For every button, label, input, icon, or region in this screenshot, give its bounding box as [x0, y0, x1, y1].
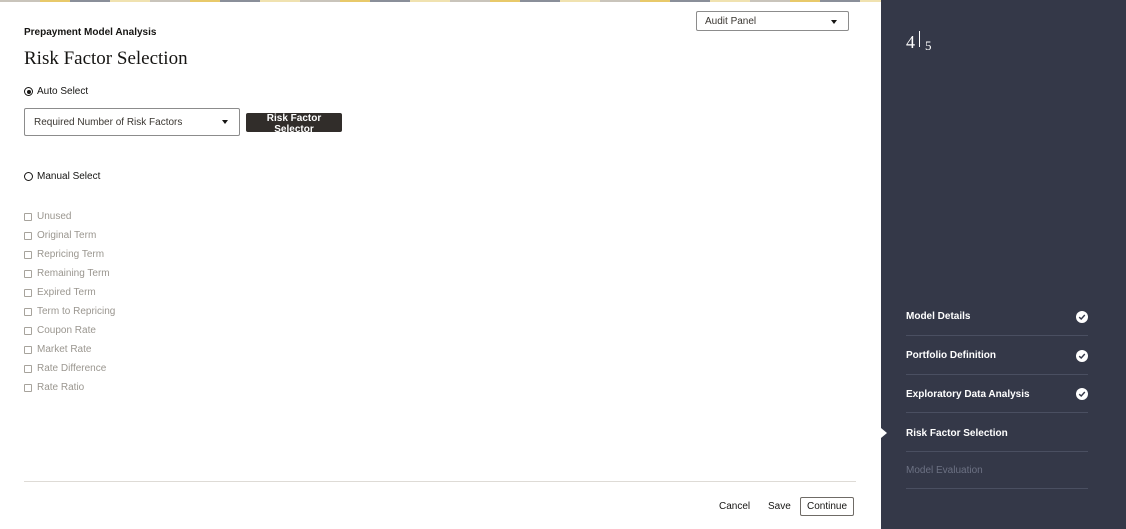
manual-select-option[interactable]: Manual Select	[24, 171, 100, 182]
step-total: 5	[925, 38, 932, 53]
current-step-marker	[881, 428, 887, 438]
checkbox[interactable]	[24, 269, 32, 278]
risk-factor-market-rate[interactable]: Market Rate	[24, 340, 115, 359]
manual-select-radio[interactable]	[24, 172, 33, 181]
risk-factor-rate-ratio[interactable]: Rate Ratio	[24, 378, 115, 397]
audit-panel-select[interactable]: Audit Panel	[696, 11, 849, 31]
audit-panel-value: Audit Panel	[705, 16, 757, 27]
checkbox-label: Remaining Term	[37, 268, 110, 279]
step-current: 4	[906, 32, 915, 52]
auto-select-label: Auto Select	[37, 86, 89, 97]
step-separator	[919, 31, 920, 47]
risk-factor-term-to-repricing[interactable]: Term to Repricing	[24, 302, 115, 321]
step-label: Model Details	[906, 311, 971, 322]
checkbox-label: Rate Ratio	[37, 382, 85, 393]
checkbox[interactable]	[24, 250, 32, 259]
check-circle-icon	[1076, 311, 1088, 323]
checkbox[interactable]	[24, 307, 32, 316]
risk-factor-repricing-term[interactable]: Repricing Term	[24, 245, 115, 264]
check-circle-icon	[1076, 350, 1088, 362]
cancel-button[interactable]: Cancel	[719, 501, 750, 512]
checkbox[interactable]	[24, 345, 32, 354]
step-label: Risk Factor Selection	[906, 428, 1008, 439]
checkbox[interactable]	[24, 364, 32, 373]
checkbox[interactable]	[24, 383, 32, 392]
step-label: Model Evaluation	[906, 465, 983, 476]
manual-select-label: Manual Select	[37, 171, 101, 182]
breadcrumb: Prepayment Model Analysis	[24, 27, 157, 38]
page-title: Risk Factor Selection	[24, 48, 188, 69]
auto-select-option[interactable]: Auto Select	[24, 86, 88, 97]
step-model-evaluation[interactable]: Model Evaluation	[906, 451, 1088, 489]
chevron-down-icon	[222, 120, 228, 124]
risk-factor-coupon-rate[interactable]: Coupon Rate	[24, 321, 115, 340]
risk-factor-checkbox-list: Unused Original Term Repricing Term Rema…	[24, 207, 115, 397]
step-label: Portfolio Definition	[906, 350, 996, 361]
checkbox-label: Expired Term	[37, 287, 96, 298]
checkbox[interactable]	[24, 212, 32, 221]
main-panel: Prepayment Model Analysis Risk Factor Se…	[0, 0, 881, 529]
continue-button[interactable]: Continue	[800, 497, 854, 516]
checkbox[interactable]	[24, 231, 32, 240]
risk-factor-selector-button[interactable]: Risk Factor Selector	[246, 113, 342, 135]
check-circle-icon	[1076, 388, 1088, 400]
risk-factor-unused[interactable]: Unused	[24, 207, 115, 226]
checkbox-label: Repricing Term	[37, 249, 105, 260]
checkbox-label: Original Term	[37, 230, 97, 241]
risk-factor-rate-difference[interactable]: Rate Difference	[24, 359, 115, 378]
footer-divider	[24, 481, 856, 482]
chevron-down-icon	[831, 20, 837, 24]
checkbox-label: Rate Difference	[37, 363, 107, 374]
step-exploratory-data-analysis[interactable]: Exploratory Data Analysis	[906, 375, 1088, 413]
step-label: Exploratory Data Analysis	[906, 389, 1030, 400]
save-button[interactable]: Save	[768, 501, 791, 512]
checkbox-label: Market Rate	[37, 344, 92, 355]
risk-factor-count-value: Required Number of Risk Factors	[34, 117, 183, 128]
step-portfolio-definition[interactable]: Portfolio Definition	[906, 337, 1088, 375]
risk-factor-original-term[interactable]: Original Term	[24, 226, 115, 245]
step-model-details[interactable]: Model Details	[906, 298, 1088, 336]
checkbox[interactable]	[24, 288, 32, 297]
checkbox[interactable]	[24, 326, 32, 335]
risk-factor-expired-term[interactable]: Expired Term	[24, 283, 115, 302]
risk-factor-count-select[interactable]: Required Number of Risk Factors	[24, 108, 240, 136]
risk-factor-remaining-term[interactable]: Remaining Term	[24, 264, 115, 283]
checkbox-label: Coupon Rate	[37, 325, 96, 336]
auto-select-radio[interactable]	[24, 87, 33, 96]
checkbox-label: Unused	[37, 211, 72, 222]
step-risk-factor-selection[interactable]: Risk Factor Selection	[906, 414, 1088, 452]
checkbox-label: Term to Repricing	[37, 306, 116, 317]
